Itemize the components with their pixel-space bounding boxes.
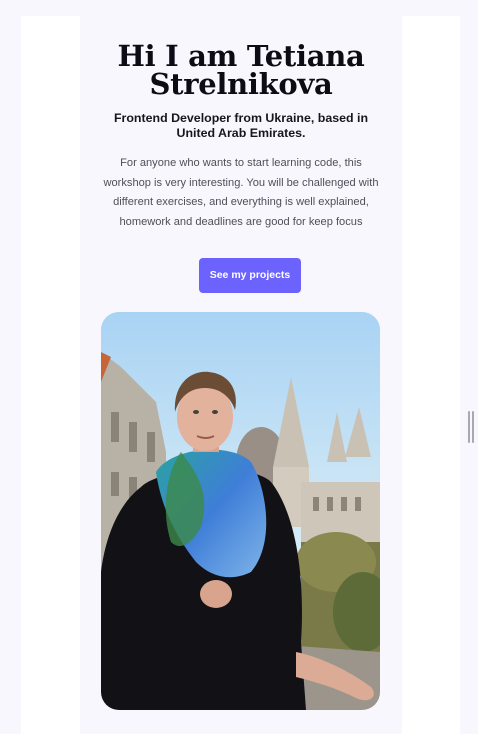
right-gutter [402, 16, 460, 734]
profile-photo [101, 312, 380, 710]
hero-section: Hi I am Tetiana Strelnikova Frontend Dev… [80, 16, 402, 734]
hero-subtitle: Frontend Developer from Ukraine, based i… [113, 111, 369, 140]
see-projects-button[interactable]: See my projects [199, 258, 301, 293]
left-gutter [21, 16, 80, 734]
portfolio-page: Hi I am Tetiana Strelnikova Frontend Dev… [0, 0, 478, 734]
hero-title: Hi I am Tetiana Strelnikova [117, 39, 365, 101]
hero-description: For anyone who wants to start learning c… [103, 157, 379, 228]
resize-handle-icon[interactable] [468, 411, 476, 443]
